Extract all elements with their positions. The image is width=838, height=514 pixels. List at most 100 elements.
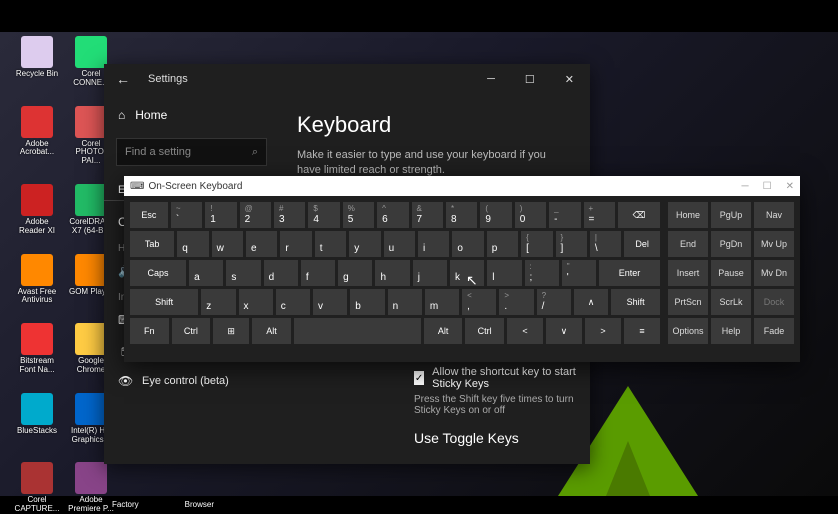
maximize-button[interactable]: ☐ bbox=[517, 69, 543, 90]
osk-minimize-button[interactable]: ─ bbox=[742, 181, 749, 192]
key-ctrl[interactable]: Ctrl bbox=[172, 318, 211, 344]
key-ctrl[interactable]: Ctrl bbox=[465, 318, 504, 344]
desktop-icon[interactable]: Bitstream Font Na... bbox=[14, 323, 60, 375]
key-j[interactable]: j bbox=[413, 260, 447, 286]
key-q[interactable]: q bbox=[177, 231, 208, 257]
key-x[interactable]: x bbox=[239, 289, 273, 315]
key-fn[interactable]: Fn bbox=[130, 318, 169, 344]
taskbar-item[interactable]: Factory bbox=[112, 500, 139, 509]
key-[interactable]: ~` bbox=[171, 202, 202, 228]
key-w[interactable]: w bbox=[212, 231, 243, 257]
key-v[interactable]: v bbox=[313, 289, 347, 315]
key-i[interactable]: i bbox=[418, 231, 449, 257]
key-u[interactable]: u bbox=[384, 231, 415, 257]
minimize-button[interactable]: ─ bbox=[479, 69, 503, 90]
key-[interactable]: ∨ bbox=[546, 318, 582, 344]
key-space[interactable] bbox=[294, 318, 421, 344]
key-1[interactable]: !1 bbox=[205, 202, 236, 228]
sticky-keys-checkbox-row[interactable]: ✓ Allow the shortcut key to start Sticky… bbox=[414, 366, 580, 390]
key-6[interactable]: ^6 bbox=[377, 202, 408, 228]
key-pause[interactable]: Pause bbox=[711, 260, 751, 286]
osk-maximize-button[interactable]: ☐ bbox=[763, 181, 772, 192]
key-[interactable]: }] bbox=[556, 231, 587, 257]
key-z[interactable]: z bbox=[201, 289, 235, 315]
key-tab[interactable]: Tab bbox=[130, 231, 174, 257]
key-alt[interactable]: Alt bbox=[252, 318, 291, 344]
key-n[interactable]: n bbox=[388, 289, 422, 315]
key-9[interactable]: (9 bbox=[480, 202, 511, 228]
key-shift[interactable]: Shift bbox=[130, 289, 198, 315]
key-end[interactable]: End bbox=[668, 231, 708, 257]
key-d[interactable]: d bbox=[264, 260, 298, 286]
close-button[interactable]: ✕ bbox=[557, 69, 582, 90]
key-5[interactable]: %5 bbox=[343, 202, 374, 228]
osk-close-button[interactable]: ✕ bbox=[786, 181, 794, 192]
key-8[interactable]: *8 bbox=[446, 202, 477, 228]
key-[interactable]: :; bbox=[525, 260, 559, 286]
taskbar-item[interactable]: Browser bbox=[185, 500, 214, 509]
home-nav[interactable]: ⌂ Home bbox=[104, 102, 279, 128]
key-g[interactable]: g bbox=[338, 260, 372, 286]
key-[interactable]: ⌫ bbox=[618, 202, 660, 228]
key-2[interactable]: @2 bbox=[240, 202, 271, 228]
key-t[interactable]: t bbox=[315, 231, 346, 257]
key-e[interactable]: e bbox=[246, 231, 277, 257]
back-button[interactable]: ← bbox=[112, 69, 134, 89]
key-o[interactable]: o bbox=[452, 231, 483, 257]
key-c[interactable]: c bbox=[276, 289, 310, 315]
key-home[interactable]: Home bbox=[668, 202, 708, 228]
desktop-icon[interactable]: Adobe Acrobat... bbox=[14, 106, 60, 166]
key-7[interactable]: &7 bbox=[412, 202, 443, 228]
key-fade[interactable]: Fade bbox=[754, 318, 794, 344]
key-options[interactable]: Options bbox=[668, 318, 708, 344]
key-caps[interactable]: Caps bbox=[130, 260, 186, 286]
key-a[interactable]: a bbox=[189, 260, 223, 286]
key-[interactable]: |\ bbox=[590, 231, 621, 257]
key-scrlk[interactable]: ScrLk bbox=[711, 289, 751, 315]
key-alt[interactable]: Alt bbox=[424, 318, 463, 344]
desktop-icon[interactable]: Corel CAPTURE... bbox=[14, 462, 60, 514]
desktop-icon[interactable]: Recycle Bin bbox=[14, 36, 60, 88]
key-dock[interactable]: Dock bbox=[754, 289, 794, 315]
key-nav[interactable]: Nav bbox=[754, 202, 794, 228]
key-[interactable]: >. bbox=[499, 289, 533, 315]
desktop-icon[interactable]: Adobe Reader XI bbox=[14, 184, 60, 236]
key-0[interactable]: )0 bbox=[515, 202, 546, 228]
key-[interactable]: ?/ bbox=[537, 289, 571, 315]
key-[interactable]: {[ bbox=[521, 231, 552, 257]
key-mvdn[interactable]: Mv Dn bbox=[754, 260, 794, 286]
key-[interactable]: > bbox=[585, 318, 621, 344]
key-[interactable]: <, bbox=[462, 289, 496, 315]
key-r[interactable]: r bbox=[280, 231, 311, 257]
key-y[interactable]: y bbox=[349, 231, 380, 257]
key-[interactable]: ∧ bbox=[574, 289, 608, 315]
key-help[interactable]: Help bbox=[711, 318, 751, 344]
key-m[interactable]: m bbox=[425, 289, 459, 315]
key-h[interactable]: h bbox=[375, 260, 409, 286]
key-[interactable]: _- bbox=[549, 202, 580, 228]
key-enter[interactable]: Enter bbox=[599, 260, 660, 286]
key-del[interactable]: Del bbox=[624, 231, 660, 257]
key-prtscn[interactable]: PrtScn bbox=[668, 289, 708, 315]
key-p[interactable]: p bbox=[487, 231, 518, 257]
desktop-icon[interactable]: Avast Free Antivirus bbox=[14, 254, 60, 306]
key-[interactable]: < bbox=[507, 318, 543, 344]
key-3[interactable]: #3 bbox=[274, 202, 305, 228]
search-input[interactable]: Find a setting ⌕ bbox=[116, 138, 267, 166]
key-mvup[interactable]: Mv Up bbox=[754, 231, 794, 257]
key-[interactable]: ⊞ bbox=[213, 318, 249, 344]
key-b[interactable]: b bbox=[350, 289, 384, 315]
key-[interactable]: ≡ bbox=[624, 318, 660, 344]
nav-item-eye-control-beta-[interactable]: 👁Eye control (beta) bbox=[104, 366, 279, 396]
key-[interactable]: "' bbox=[562, 260, 596, 286]
key-pgdn[interactable]: PgDn bbox=[711, 231, 751, 257]
key-k[interactable]: k bbox=[450, 260, 484, 286]
key-l[interactable]: l bbox=[487, 260, 521, 286]
key-s[interactable]: s bbox=[226, 260, 260, 286]
key-pgup[interactable]: PgUp bbox=[711, 202, 751, 228]
key-insert[interactable]: Insert bbox=[668, 260, 708, 286]
key-[interactable]: += bbox=[584, 202, 615, 228]
key-shift[interactable]: Shift bbox=[611, 289, 660, 315]
key-f[interactable]: f bbox=[301, 260, 335, 286]
desktop-icon[interactable]: BlueStacks bbox=[14, 393, 60, 445]
